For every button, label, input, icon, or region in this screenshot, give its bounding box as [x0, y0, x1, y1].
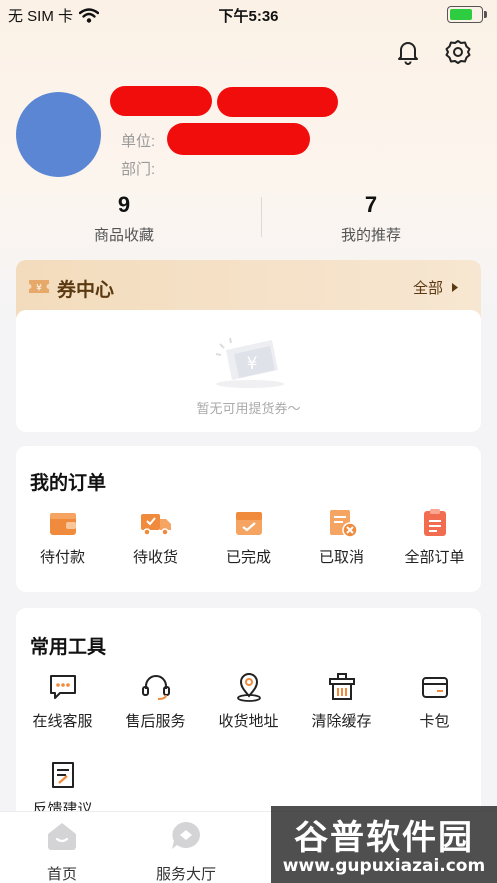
tool-label: 收货地址 — [218, 713, 279, 730]
service-hall-icon — [172, 822, 200, 849]
tab-home[interactable]: 首页 — [0, 820, 124, 883]
tab-label: 首页 — [46, 866, 77, 883]
tool-clear-cache[interactable]: 清除缓存 — [295, 672, 388, 731]
watermark-url: www.gupuxiazai.com — [282, 856, 486, 876]
coupon-center-title: 券中心 — [57, 280, 115, 301]
recommendations-count: 7 — [364, 192, 378, 217]
watermark-text: 谷普软件园 — [294, 819, 474, 857]
svg-text:¥: ¥ — [36, 284, 42, 294]
redacted-name-2 — [217, 87, 338, 117]
tool-card-wallet[interactable]: 卡包 — [388, 672, 481, 731]
order-completed[interactable]: 已完成 — [202, 508, 295, 567]
cancel-doc-icon — [329, 510, 358, 538]
order-label: 已取消 — [318, 549, 364, 566]
box-check-icon — [235, 512, 262, 535]
clipboard-icon — [423, 509, 446, 536]
order-pending-payment[interactable]: 待付款 — [16, 508, 109, 567]
tools-card: 常用工具 在线客服 售后服务 收货地址 清除缓存 卡包 反馈建议 — [16, 608, 481, 838]
tool-after-sales[interactable]: 售后服务 — [109, 672, 202, 731]
unit-label: 单位: — [121, 133, 156, 150]
location-pin-icon — [236, 673, 261, 702]
ticket-icon: ¥ — [29, 280, 49, 294]
redacted-unit — [167, 123, 310, 155]
home-icon — [48, 823, 76, 850]
dept-label: 部门: — [121, 161, 156, 178]
order-cancelled[interactable]: 已取消 — [295, 508, 388, 567]
card-wallet-icon — [421, 677, 448, 698]
avatar[interactable] — [16, 92, 101, 177]
tools-title: 常用工具 — [30, 637, 107, 658]
tool-label: 售后服务 — [125, 713, 186, 730]
bell-icon[interactable] — [394, 38, 422, 66]
feedback-icon — [51, 762, 74, 788]
stat-recommendations[interactable]: 7 我的推荐 — [271, 192, 471, 245]
redacted-name — [110, 86, 212, 116]
empty-coupon-icon: ¥ — [215, 337, 284, 388]
recommendations-label: 我的推荐 — [340, 227, 401, 244]
truck-icon — [140, 514, 171, 536]
trash-icon — [328, 673, 355, 700]
coupon-list: ¥ 暂无可用提货券～ — [16, 310, 481, 432]
orders-title: 我的订单 — [30, 473, 107, 494]
tool-label: 清除缓存 — [311, 713, 372, 730]
watermark: 谷普软件园 www.gupuxiazai.com — [271, 806, 497, 883]
stat-favorites[interactable]: 9 商品收藏 — [24, 192, 224, 245]
battery-icon — [447, 6, 487, 23]
order-pending-receipt[interactable]: 待收货 — [109, 508, 202, 567]
order-label: 已完成 — [225, 549, 271, 566]
battery-level — [450, 9, 472, 20]
orders-card: 我的订单 待付款 待收货 已完成 已取消 全部订单 — [16, 446, 481, 592]
caret-right-icon — [452, 283, 458, 292]
order-label: 全部订单 — [404, 549, 465, 566]
coupon-empty-text: 暂无可用提货券～ — [196, 401, 301, 416]
tab-label: 服务大厅 — [155, 866, 216, 883]
wallet-icon — [49, 513, 76, 535]
tab-service-hall[interactable]: 服务大厅 — [124, 820, 248, 883]
favorites-label: 商品收藏 — [93, 227, 154, 244]
order-label: 待付款 — [39, 549, 85, 566]
coupon-all-link[interactable]: 全部 — [413, 277, 459, 298]
favorites-count: 9 — [117, 192, 131, 217]
stat-divider — [261, 197, 262, 237]
order-label: 待收货 — [132, 549, 178, 566]
gear-icon[interactable] — [444, 38, 472, 66]
coupon-all-label: 全部 — [412, 280, 443, 297]
tool-label: 卡包 — [419, 713, 450, 730]
chat-icon — [49, 675, 76, 699]
svg-text:¥: ¥ — [247, 354, 258, 374]
headset-icon — [141, 675, 170, 700]
tool-label: 在线客服 — [32, 713, 93, 730]
tool-online-service[interactable]: 在线客服 — [16, 672, 109, 731]
tool-address[interactable]: 收货地址 — [202, 672, 295, 731]
clock: 下午5:36 — [218, 8, 279, 25]
order-all[interactable]: 全部订单 — [388, 508, 481, 567]
status-bar: 无 SIM 卡 下午5:36 — [0, 0, 497, 28]
